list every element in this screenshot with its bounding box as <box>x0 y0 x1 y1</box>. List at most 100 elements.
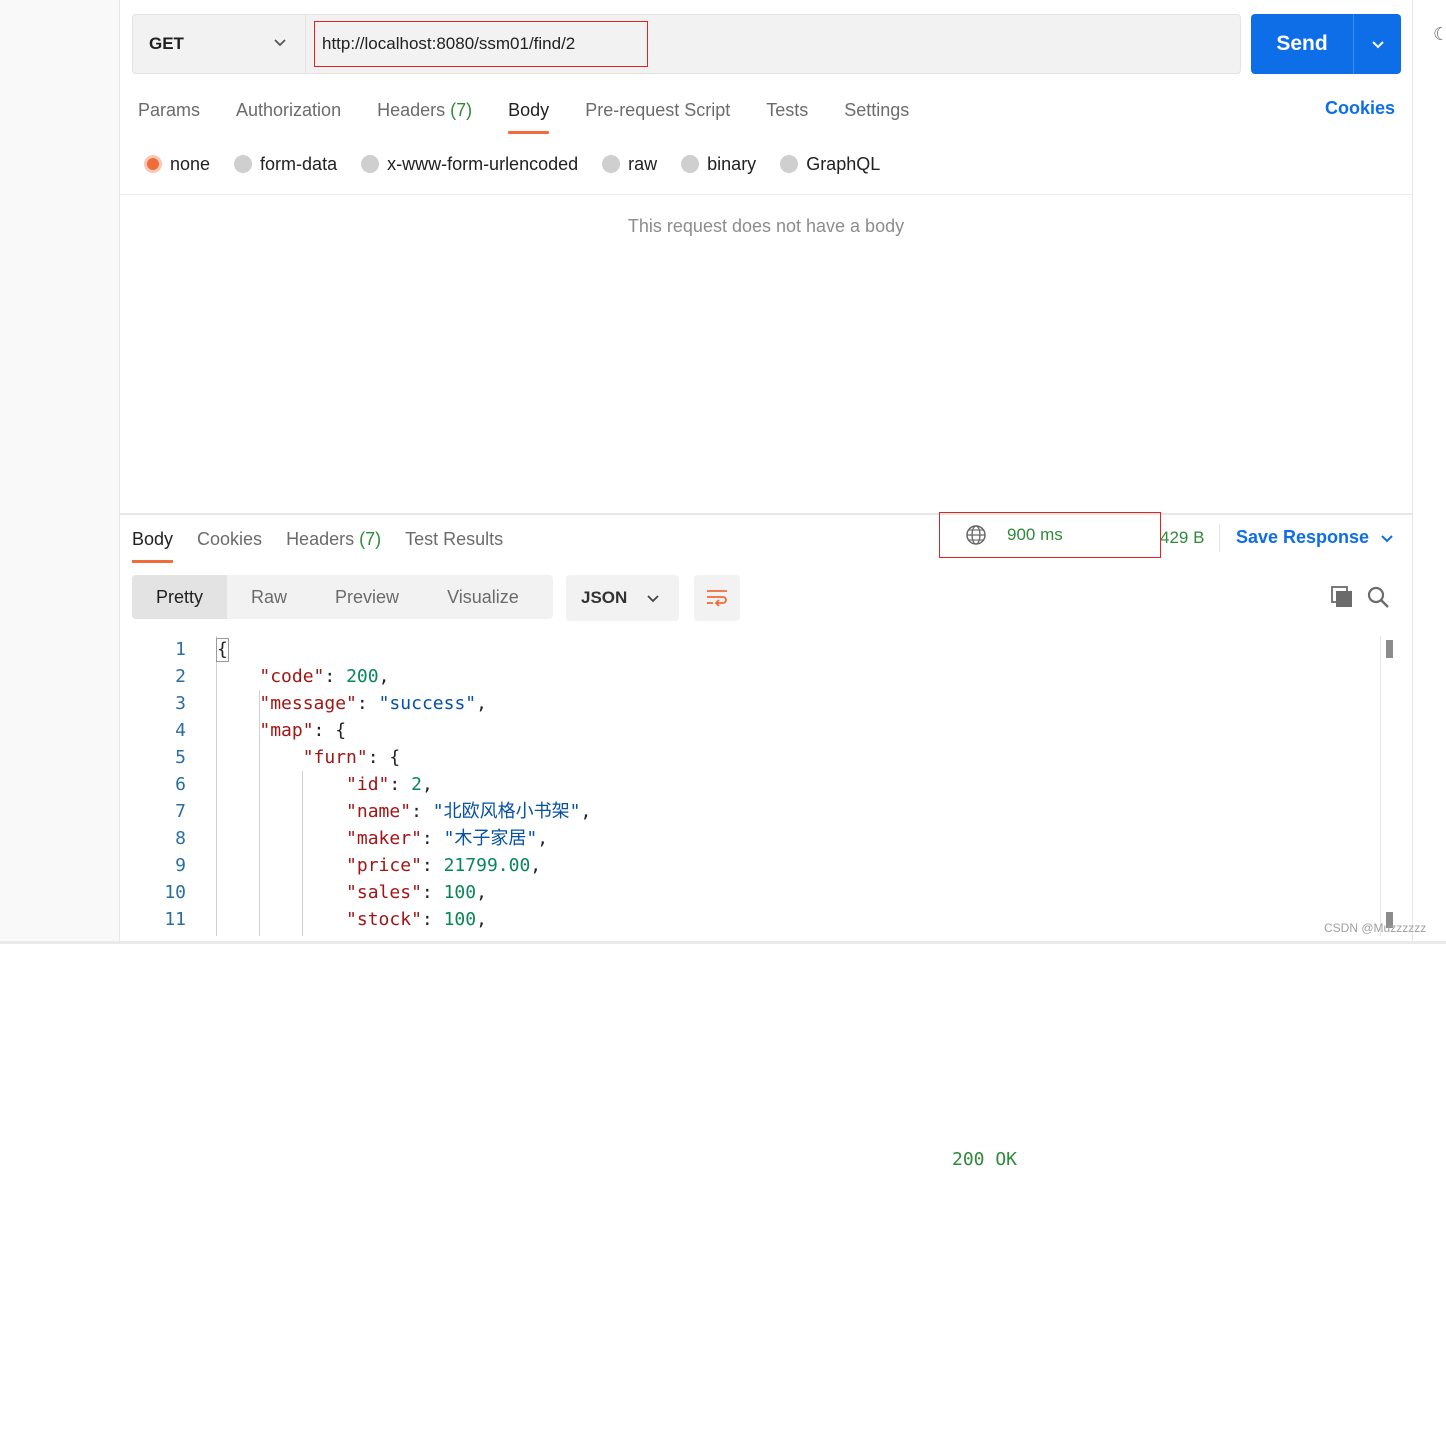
response-tab-body[interactable]: Body <box>132 525 174 563</box>
code-text: "stock": 100, <box>346 909 487 930</box>
send-options-button[interactable] <box>1354 14 1401 74</box>
line-number: 1 <box>175 639 186 660</box>
format-select[interactable]: JSON <box>566 575 679 621</box>
line-number: 8 <box>175 828 186 849</box>
tab-params[interactable]: Params <box>138 96 200 134</box>
tab-headers[interactable]: Headers (7) <box>377 96 472 134</box>
code-line: 8 "maker": "木子家居", <box>132 825 1388 852</box>
method-select[interactable]: GET <box>133 15 306 73</box>
response-status: 200 OK 900 ms <box>939 512 1161 1170</box>
tab-authorization[interactable]: Authorization <box>236 96 341 134</box>
right-toolbar: ☾ <box>1412 0 1446 944</box>
tab-pre-request-script[interactable]: Pre-request Script <box>585 96 730 134</box>
save-response-button[interactable]: Save Response <box>1236 527 1395 548</box>
radio-dot <box>234 155 253 173</box>
code-text: "sales": 100, <box>346 882 487 903</box>
view-preview[interactable]: Preview <box>311 575 423 619</box>
response-tab-cookies[interactable]: Cookies <box>197 525 262 563</box>
response-view-toggle: Pretty Raw Preview Visualize <box>132 575 553 619</box>
response-tab-headers[interactable]: Headers (7) <box>286 525 381 563</box>
code-line: 11 "stock": 100, <box>132 906 1388 933</box>
send-button[interactable]: Send <box>1251 14 1401 74</box>
code-text: "id": 2, <box>346 774 433 795</box>
code-line: 7 "name": "北欧风格小书架", <box>132 798 1388 825</box>
radio-dot <box>144 155 162 173</box>
format-label: JSON <box>581 588 628 607</box>
response-headers-count: (7) <box>359 529 382 549</box>
lightbulb-icon[interactable]: ☾ <box>1433 24 1446 45</box>
headers-count: (7) <box>450 100 473 120</box>
body-type-radios: none form-data x-www-form-urlencoded raw… <box>144 150 904 178</box>
response-time[interactable]: 900 ms <box>1007 525 1063 545</box>
view-pretty[interactable]: Pretty <box>132 575 228 619</box>
view-visualize[interactable]: Visualize <box>423 575 543 619</box>
response-size[interactable]: 429 B <box>1160 528 1204 548</box>
radio-none[interactable]: none <box>144 150 210 178</box>
request-tabs: Params Authorization Headers (7) Body Pr… <box>138 96 945 136</box>
code-line: 3 "message": "success", <box>132 690 1388 717</box>
code-text: "furn": { <box>302 747 401 768</box>
tab-tests[interactable]: Tests <box>766 96 808 134</box>
chevron-down-icon <box>647 595 659 603</box>
code-lines: 1{2 "code": 200, 3 "message": "success", 4… <box>132 636 1388 933</box>
code-text: "price": 21799.00, <box>346 855 542 876</box>
radio-dot <box>602 155 621 173</box>
line-number: 2 <box>175 666 186 687</box>
response-body-editor[interactable]: 1{2 "code": 200, 3 "message": "success", 4… <box>132 636 1388 936</box>
globe-icon[interactable] <box>965 524 987 546</box>
line-number: 4 <box>175 720 186 741</box>
line-number: 10 <box>164 882 186 903</box>
pane-resize-handle[interactable] <box>120 513 1412 515</box>
radio-dot <box>780 155 799 173</box>
code-line: 5 "furn": { <box>132 744 1388 771</box>
request-bar: GET http://localhost:8080/ssm01/find/2 <box>132 14 1241 74</box>
scrollbar-thumb[interactable] <box>1386 640 1393 658</box>
request-panel: GET http://localhost:8080/ssm01/find/2 S… <box>120 0 1412 1170</box>
code-text: "map": { <box>259 720 347 741</box>
radio-dot <box>361 155 380 173</box>
status-code[interactable]: 200 OK <box>952 1149 1446 1449</box>
send-label: Send <box>1276 32 1328 55</box>
search-icon[interactable] <box>1366 585 1390 609</box>
left-sidebar <box>0 0 120 944</box>
view-raw[interactable]: Raw <box>227 575 311 619</box>
code-line: 9 "price": 21799.00, <box>132 852 1388 879</box>
wrap-lines-icon <box>707 590 727 607</box>
editor-scrollbar[interactable] <box>1380 636 1393 936</box>
line-number: 7 <box>175 801 186 822</box>
line-number: 3 <box>175 693 186 714</box>
line-number: 9 <box>175 855 186 876</box>
radio-x-www-form-urlencoded[interactable]: x-www-form-urlencoded <box>361 150 578 178</box>
code-text: "name": "北欧风格小书架", <box>346 801 592 822</box>
response-tabs: Body Cookies Headers (7) Test Results <box>132 525 527 563</box>
code-line: 2 "code": 200, <box>132 663 1388 690</box>
line-number: 5 <box>175 747 186 768</box>
tab-body[interactable]: Body <box>508 96 550 134</box>
divider <box>1219 524 1220 552</box>
code-line: 6 "id": 2, <box>132 771 1388 798</box>
tab-settings[interactable]: Settings <box>844 96 909 134</box>
response-tab-test-results[interactable]: Test Results <box>405 525 503 563</box>
chevron-down-icon <box>1381 534 1393 542</box>
cookies-link[interactable]: Cookies <box>1325 98 1395 119</box>
empty-body-message: This request does not have a body <box>627 216 905 236</box>
code-text: "code": 200, <box>259 666 390 687</box>
code-text: "message": "success", <box>259 693 487 714</box>
wrap-lines-button[interactable] <box>694 575 740 621</box>
chevron-down-icon <box>1371 41 1384 49</box>
chevron-down-icon <box>274 39 286 47</box>
radio-raw[interactable]: raw <box>602 150 657 178</box>
radio-dot <box>681 155 700 173</box>
radio-graphql[interactable]: GraphQL <box>780 150 880 178</box>
code-line: 10 "sales": 100, <box>132 879 1388 906</box>
radio-binary[interactable]: binary <box>681 150 756 178</box>
line-number: 6 <box>175 774 186 795</box>
line-number: 11 <box>164 909 186 930</box>
code-line: 1{ <box>132 636 1388 663</box>
code-text: { <box>216 638 229 662</box>
copy-icon[interactable] <box>1330 585 1354 609</box>
radio-form-data[interactable]: form-data <box>234 150 337 178</box>
url-input[interactable]: http://localhost:8080/ssm01/find/2 <box>314 21 648 67</box>
watermark: CSDN @Muzzzzzz <box>1324 921 1427 935</box>
divider <box>120 194 1412 195</box>
